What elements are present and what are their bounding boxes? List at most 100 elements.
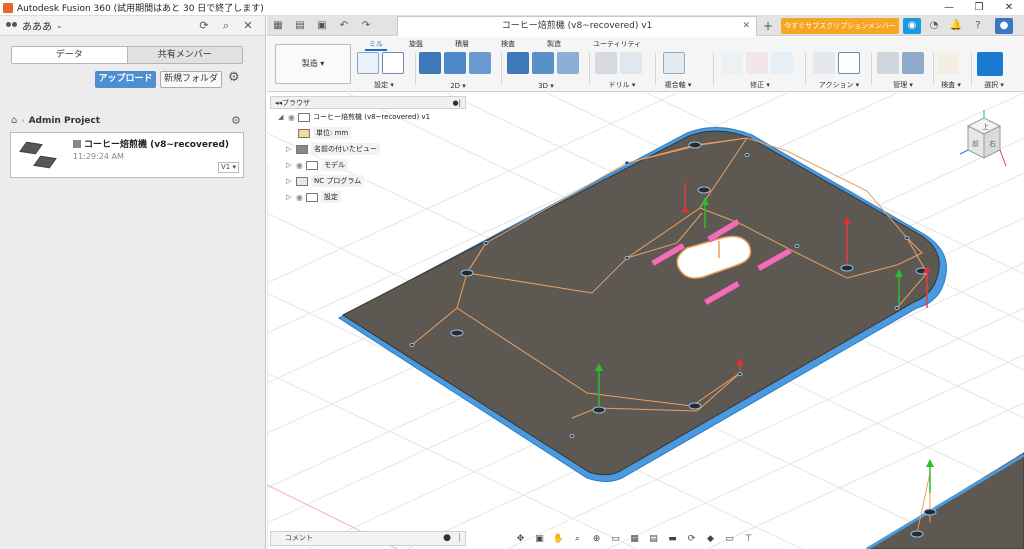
simulate-icon[interactable] [813, 52, 835, 74]
maximize-button[interactable]: ❐ [964, 2, 994, 13]
select-group-label[interactable]: 選択 ▾ [977, 80, 1011, 90]
grid-settings-icon[interactable]: ▦ [626, 532, 643, 546]
browser-row-setups[interactable]: ▷ ◉ 設定 [270, 189, 470, 205]
browser-row-model[interactable]: ▷ ◉ モデル [270, 157, 470, 173]
view-cube[interactable]: 上 前 右 [958, 108, 1008, 170]
orbit-icon[interactable]: ⟳ [683, 532, 700, 546]
multi-axis-group-label[interactable]: 複合軸 ▾ [663, 80, 693, 90]
hole-recognition-icon[interactable] [620, 52, 642, 74]
close-icon[interactable]: ✕ [237, 19, 259, 32]
machine-library-icon[interactable] [902, 52, 924, 74]
undo-icon[interactable]: ↶ [333, 16, 355, 36]
tab-additive[interactable]: 積層 [455, 39, 469, 49]
refresh-icon[interactable]: ⟳ [193, 19, 215, 32]
face-icon[interactable] [469, 52, 491, 74]
browser-row-nc-program[interactable]: ▷ NC プログラム [270, 173, 470, 189]
eye-icon[interactable]: ◉ [288, 113, 298, 122]
add-comment-icon[interactable]: ● [443, 532, 451, 545]
2d-group-label[interactable]: 2D ▾ [419, 82, 497, 90]
inspect-group-label[interactable]: 検査 ▾ [937, 80, 965, 90]
select-icon[interactable] [977, 52, 1003, 76]
file-card[interactable]: コーヒー焙煎機 (v8~recovered) 11:29:24 AM V1 ▾ [10, 132, 244, 178]
avatar[interactable]: ● [995, 18, 1013, 34]
setup-folder-icon[interactable] [357, 52, 379, 74]
measure-icon[interactable] [937, 52, 959, 74]
browser-row-named-views[interactable]: ▷ 名前の付いたビュー [270, 141, 470, 157]
expand-arrow-icon[interactable]: ▷ [286, 177, 296, 185]
filter-icon[interactable]: ⊤ [740, 532, 757, 546]
tool-library-icon[interactable] [771, 52, 793, 74]
delete-toolpath-icon[interactable] [746, 52, 768, 74]
visual-style-icon[interactable]: ◆ [702, 532, 719, 546]
viewcube-front[interactable]: 前 [972, 139, 979, 148]
workspace-switcher[interactable]: 製造 ▾ [275, 44, 351, 84]
tab-fabrication[interactable]: 製造 [547, 39, 561, 49]
g-code-icon[interactable] [382, 52, 404, 74]
3d-group-label[interactable]: 3D ▾ [507, 82, 585, 90]
drill-group-label[interactable]: ドリル ▾ [595, 80, 649, 90]
zoom-icon[interactable]: ⌕ [569, 532, 586, 546]
expand-arrow-icon[interactable]: ▷ [286, 193, 296, 201]
tab-mill[interactable]: ミル [365, 39, 387, 51]
adaptive-clearing-icon[interactable] [507, 52, 529, 74]
tab-utilities[interactable]: ユーティリティ [593, 39, 641, 49]
parallel-icon[interactable] [557, 52, 579, 74]
zoom-window-icon[interactable]: ⊕ [588, 532, 605, 546]
tab-turning[interactable]: 旋盤 [409, 39, 423, 49]
project-settings-icon[interactable]: ⚙ [231, 114, 241, 127]
manage-group-label[interactable]: 管理 ▾ [877, 80, 929, 90]
2d-adaptive-icon[interactable] [419, 52, 441, 74]
subscribe-button[interactable]: 今すぐサブスクリプションメンバーに... [781, 18, 899, 46]
redo-icon[interactable]: ↷ [355, 16, 377, 36]
close-tab-icon[interactable]: ✕ [742, 17, 750, 35]
drill-icon[interactable] [595, 52, 617, 74]
collapse-arrow-icon[interactable]: ◢ [278, 113, 288, 121]
eye-icon[interactable]: ◉ [296, 193, 306, 202]
move-icon[interactable]: ✥ [512, 532, 529, 546]
post-process-icon[interactable] [838, 52, 860, 74]
modify-group-label[interactable]: 修正 ▾ [721, 80, 799, 90]
eye-icon[interactable]: ◉ [296, 161, 306, 170]
notification-icon[interactable]: 🔔 [947, 18, 965, 34]
document-tab[interactable]: コーヒー焙煎機 (v8~recovered) v1 ✕ [397, 16, 757, 36]
grid-menu-icon[interactable]: ▦ [267, 16, 289, 36]
2d-pocket-icon[interactable] [444, 52, 466, 74]
help-icon[interactable]: ? [969, 18, 987, 34]
viewports-icon[interactable]: ▤ [645, 532, 662, 546]
team-name[interactable]: あああ [22, 18, 52, 33]
expand-arrow-icon[interactable]: ▷ [286, 161, 296, 169]
pocket-clearing-icon[interactable] [532, 52, 554, 74]
pan-icon[interactable]: ✋ [550, 532, 567, 546]
comments-bar[interactable]: コメント ● | [270, 531, 466, 546]
job-status-icon[interactable]: ◔ [925, 18, 943, 34]
capture-icon[interactable]: ▣ [531, 532, 548, 546]
breadcrumb-project[interactable]: Admin Project [29, 116, 232, 126]
browser-row-units[interactable]: 単位: mm [270, 125, 470, 141]
new-tab-button[interactable]: + [761, 19, 775, 33]
file-menu-icon[interactable]: ▤ [289, 16, 311, 36]
tab-shared-members[interactable]: 共有メンバー [127, 47, 242, 63]
tab-inspection[interactable]: 検査 [501, 39, 515, 49]
viewcube-top[interactable]: 上 [982, 122, 989, 131]
tab-data[interactable]: データ [12, 47, 128, 63]
duplicate-icon[interactable] [721, 52, 743, 74]
save-icon[interactable]: ▣ [311, 16, 333, 36]
tool-icon[interactable] [877, 52, 899, 74]
version-dropdown[interactable]: V1 ▾ [218, 162, 239, 173]
search-icon[interactable]: ⌕ [215, 19, 237, 33]
gear-icon[interactable]: ⚙ [228, 71, 242, 85]
browser-row-root[interactable]: ◢ ◉ コーヒー焙煎機 (v8~recovered) v1 [270, 109, 470, 125]
collapse-icon[interactable]: ◂◂ [275, 99, 282, 107]
close-button[interactable]: ✕ [994, 2, 1024, 13]
upload-button[interactable]: アップロード [95, 71, 156, 88]
setup-group-label[interactable]: 設定 ▾ [357, 80, 411, 90]
extensions-icon[interactable]: ◉ [903, 18, 921, 34]
expand-arrow-icon[interactable]: ▷ [286, 145, 296, 153]
display-settings-icon[interactable]: ▭ [607, 532, 624, 546]
multi-axis-icon[interactable] [663, 52, 685, 74]
home-icon[interactable]: ⌂ [11, 115, 17, 126]
new-folder-button[interactable]: 新規フォルダ [160, 71, 222, 88]
actions-group-label[interactable]: アクション ▾ [813, 80, 865, 90]
chevron-down-icon[interactable]: ⌄ [56, 21, 63, 30]
minimize-button[interactable]: — [934, 2, 964, 13]
